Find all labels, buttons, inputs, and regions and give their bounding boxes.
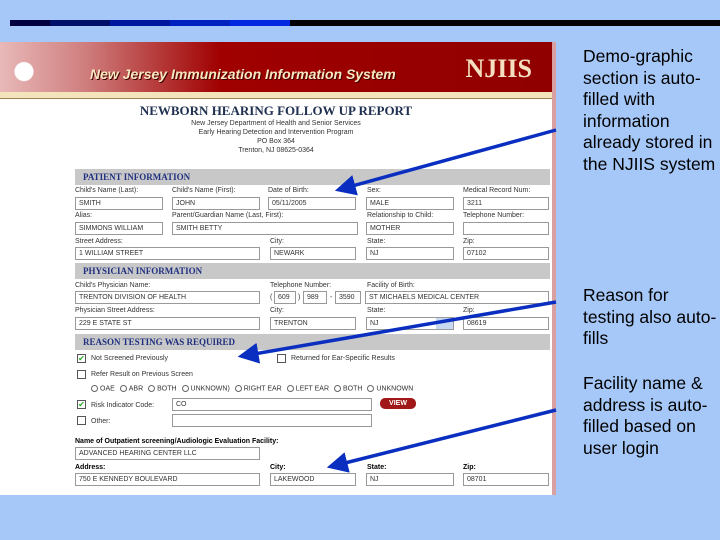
note-demographic: Demo-graphic section is auto-filled with… xyxy=(583,46,716,174)
note-facility: Facility name & address is auto-filled b… xyxy=(583,373,708,458)
note-reason: Reason for testing also auto-fills xyxy=(583,285,717,348)
arrow-demographic xyxy=(334,128,557,196)
arrow-reason xyxy=(237,300,557,364)
arrow-facility xyxy=(326,408,557,473)
